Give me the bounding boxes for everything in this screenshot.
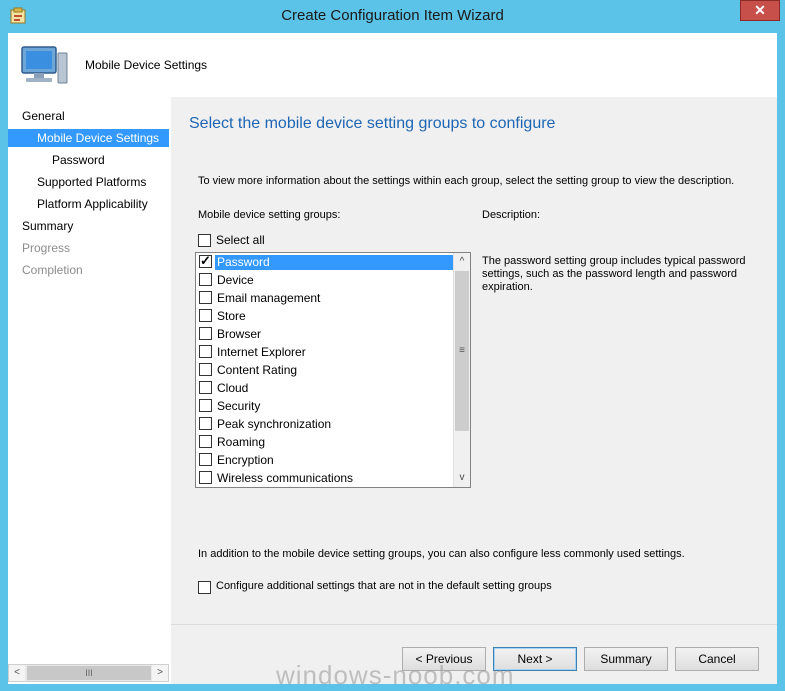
list-vertical-scrollbar[interactable]: ^ ≡ v [453,253,470,487]
nav-item-progress: Progress [22,241,71,255]
list-item-internet-explorer[interactable]: Internet Explorer [196,343,453,361]
list-item-label: Store [217,309,246,323]
security-checkbox[interactable] [199,399,212,412]
setting-groups-list[interactable]: Password Device Email management Store B… [195,252,471,488]
roaming-checkbox[interactable] [199,435,212,448]
peak-synchronization-checkbox[interactable] [199,417,212,430]
nav-item-general[interactable]: General [8,107,65,125]
list-item-content-rating[interactable]: Content Rating [196,361,453,379]
scroll-right-arrow-icon[interactable]: > [152,665,168,681]
list-item-label: Cloud [217,381,249,395]
list-item-device[interactable]: Device [196,271,453,289]
additional-settings-label[interactable]: Configure additional settings that are n… [216,580,552,592]
list-item-peak-synchronization[interactable]: Peak synchronization [196,415,453,433]
list-item-security[interactable]: Security [196,397,453,415]
close-button[interactable]: ✕ [740,0,780,21]
page-title: Select the mobile device setting groups … [189,115,556,132]
list-item-label: Security [217,399,261,413]
wizard-window: Create Configuration Item Wizard ✕ Mobil… [0,0,785,691]
scroll-thumb[interactable]: III [27,666,151,680]
list-item-label: Browser [217,327,262,341]
scroll-left-arrow-icon[interactable]: < [9,665,25,681]
groups-label: Mobile device setting groups: [198,209,341,221]
cloud-checkbox[interactable] [199,381,212,394]
nav-item-supported-platforms[interactable]: Supported Platforms [8,173,146,191]
summary-button[interactable]: Summary [584,647,668,671]
list-item-cloud[interactable]: Cloud [196,379,453,397]
watermark: windows-noob.com [276,660,515,690]
list-item-label: Peak synchronization [217,417,332,431]
select-all-label[interactable]: Select all [216,233,265,247]
list-item-browser[interactable]: Browser [196,325,453,343]
intro-text: To view more information about the setti… [198,175,735,187]
list-item-email-management[interactable]: Email management [196,289,453,307]
nav-item-mobile-device-settings[interactable]: Mobile Device Settings [8,129,169,147]
encryption-checkbox[interactable] [199,453,212,466]
list-item-label: Internet Explorer [217,345,306,359]
additional-settings-checkbox[interactable] [198,581,211,594]
cancel-button[interactable]: Cancel [675,647,759,671]
title-bar[interactable]: Create Configuration Item Wizard ✕ [0,0,785,33]
client-area: Mobile Device Settings General Mobile De… [8,33,777,684]
content-rating-checkbox[interactable] [199,363,212,376]
wizard-nav: General Mobile Device Settings Password … [8,97,171,684]
list-item-label: Password [215,255,453,270]
main-panel: Select the mobile device setting groups … [171,97,777,624]
list-item-label: Content Rating [217,363,298,377]
password-checkbox[interactable] [199,253,212,269]
nav-item-summary[interactable]: Summary [8,217,73,235]
scroll-up-arrow-icon[interactable]: ^ [454,254,470,270]
list-item-wireless-communications[interactable]: Wireless communications [196,469,453,487]
store-checkbox[interactable] [199,309,212,322]
scroll-thumb[interactable]: ≡ [455,271,469,431]
nav-item-password[interactable]: Password [8,151,105,169]
list-item-roaming[interactable]: Roaming [196,433,453,451]
device-checkbox[interactable] [199,273,212,286]
list-item-label: Device [217,273,254,287]
scroll-down-arrow-icon[interactable]: v [454,470,470,486]
window-title: Create Configuration Item Wizard [281,7,504,24]
list-item-encryption[interactable]: Encryption [196,451,453,469]
nav-item-platform-applicability[interactable]: Platform Applicability [8,195,148,213]
list-item-label: Email management [217,291,321,305]
list-item-store[interactable]: Store [196,307,453,325]
computer-icon [21,46,68,84]
additional-settings-info: In addition to the mobile device setting… [198,548,685,560]
list-item-label: Wireless communications [217,471,354,485]
description-label: Description: [482,209,541,221]
email-management-checkbox[interactable] [199,291,212,304]
list-item-label: Roaming [217,435,266,449]
nav-horizontal-scrollbar[interactable]: < III > [8,664,169,682]
wizard-header: Mobile Device Settings [8,33,777,97]
browser-checkbox[interactable] [199,327,212,340]
internet-explorer-checkbox[interactable] [199,345,212,358]
wireless-communications-checkbox[interactable] [199,471,212,484]
select-all-checkbox[interactable] [198,234,211,247]
description-text: The password setting group includes typi… [482,255,746,293]
nav-item-completion: Completion [22,263,83,277]
list-item-password[interactable]: Password [196,253,453,271]
list-item-label: Encryption [217,453,274,467]
header-title: Mobile Device Settings [85,58,208,72]
